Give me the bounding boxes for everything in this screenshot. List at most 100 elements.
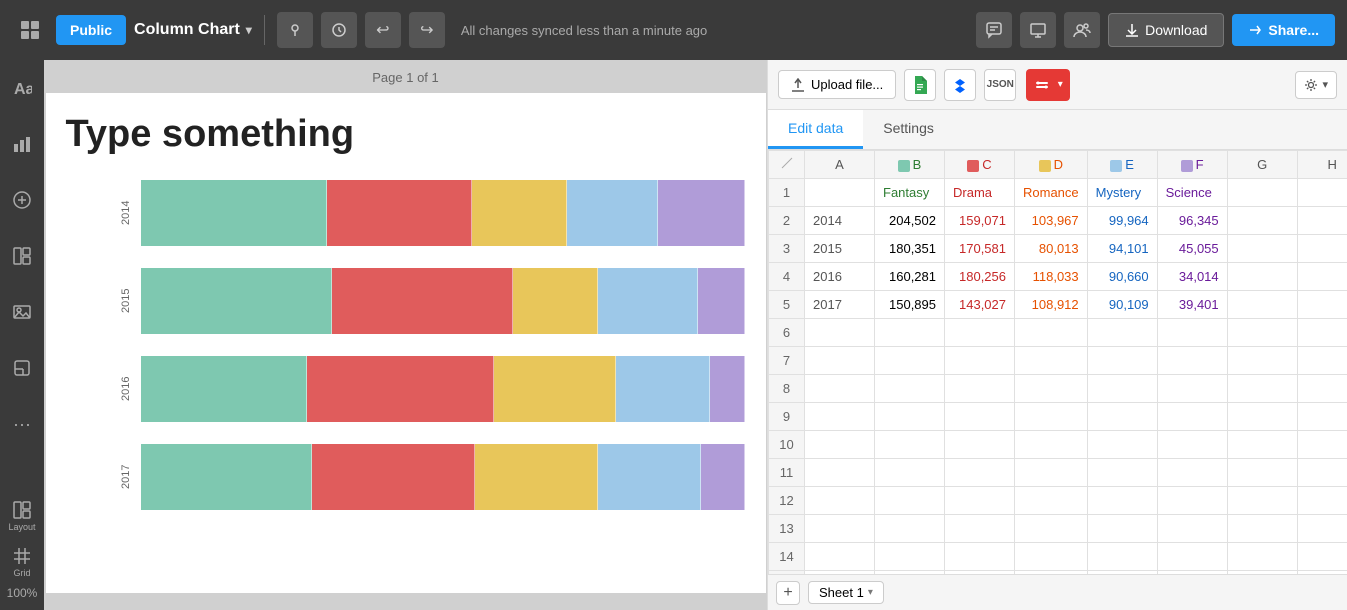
- col-header-E[interactable]: E: [1087, 151, 1157, 179]
- table-cell-e[interactable]: [1087, 403, 1157, 431]
- table-cell-b[interactable]: [875, 403, 945, 431]
- present-button[interactable]: [1020, 12, 1056, 48]
- table-cell-c[interactable]: [945, 347, 1015, 375]
- table-cell-d[interactable]: [1015, 459, 1088, 487]
- table-cell-c[interactable]: [945, 431, 1015, 459]
- table-cell-b[interactable]: Fantasy: [875, 179, 945, 207]
- upload-file-button[interactable]: Upload file...: [778, 70, 896, 99]
- table-row[interactable]: 8: [769, 375, 1347, 403]
- col-header-H[interactable]: H: [1297, 151, 1347, 179]
- share-button[interactable]: Share...: [1232, 14, 1335, 46]
- table-cell-a[interactable]: [805, 179, 875, 207]
- table-cell-e[interactable]: [1087, 487, 1157, 515]
- table-cell-h[interactable]: [1297, 515, 1347, 543]
- tab-settings[interactable]: Settings: [863, 110, 954, 149]
- sidebar-icon-chart[interactable]: [4, 126, 40, 162]
- table-cell-f[interactable]: 34,014: [1157, 263, 1227, 291]
- table-cell-g[interactable]: [1227, 459, 1297, 487]
- col-header-G[interactable]: G: [1227, 151, 1297, 179]
- table-cell-c[interactable]: [945, 375, 1015, 403]
- history-button[interactable]: [321, 12, 357, 48]
- table-cell-b[interactable]: [875, 487, 945, 515]
- table-cell-d[interactable]: [1015, 319, 1088, 347]
- table-row[interactable]: 22014204,502159,071103,96799,96496,345: [769, 207, 1347, 235]
- table-cell-h[interactable]: [1297, 319, 1347, 347]
- table-cell-d[interactable]: [1015, 375, 1088, 403]
- table-cell-h[interactable]: [1297, 431, 1347, 459]
- table-cell-c[interactable]: [945, 487, 1015, 515]
- pin-button[interactable]: [277, 12, 313, 48]
- table-cell-d[interactable]: 103,967: [1015, 207, 1088, 235]
- table-cell-b[interactable]: 160,281: [875, 263, 945, 291]
- add-sheet-button[interactable]: +: [776, 581, 800, 605]
- table-cell-d[interactable]: 118,033: [1015, 263, 1088, 291]
- table-cell-f[interactable]: [1157, 515, 1227, 543]
- table-row[interactable]: 10: [769, 431, 1347, 459]
- collaborate-button[interactable]: [1064, 12, 1100, 48]
- table-cell-a[interactable]: [805, 403, 875, 431]
- dropbox-icon[interactable]: [944, 69, 976, 101]
- table-cell-g[interactable]: [1227, 291, 1297, 319]
- data-source-dropdown[interactable]: ▾: [1050, 69, 1070, 101]
- table-row[interactable]: 1FantasyDramaRomanceMysteryScience: [769, 179, 1347, 207]
- table-cell-g[interactable]: [1227, 235, 1297, 263]
- table-cell-h[interactable]: [1297, 291, 1347, 319]
- sidebar-icon-image[interactable]: [4, 294, 40, 330]
- table-cell-c[interactable]: 159,071: [945, 207, 1015, 235]
- spreadsheet[interactable]: A B C D E F: [768, 150, 1347, 574]
- table-cell-g[interactable]: [1227, 515, 1297, 543]
- table-cell-a[interactable]: [805, 431, 875, 459]
- table-cell-h[interactable]: [1297, 487, 1347, 515]
- table-cell-f[interactable]: 45,055: [1157, 235, 1227, 263]
- table-row[interactable]: 14: [769, 543, 1347, 571]
- table-cell-h[interactable]: [1297, 375, 1347, 403]
- chart-heading[interactable]: Type something: [66, 113, 746, 156]
- table-cell-d[interactable]: [1015, 487, 1088, 515]
- table-cell-c[interactable]: [945, 543, 1015, 571]
- table-cell-d[interactable]: [1015, 543, 1088, 571]
- table-row[interactable]: 52017150,895143,027108,91290,10939,401: [769, 291, 1347, 319]
- table-cell-d[interactable]: 108,912: [1015, 291, 1088, 319]
- table-row[interactable]: 6: [769, 319, 1347, 347]
- table-cell-d[interactable]: [1015, 403, 1088, 431]
- table-row[interactable]: 13: [769, 515, 1347, 543]
- undo-button[interactable]: ↩: [365, 12, 401, 48]
- table-cell-h[interactable]: [1297, 403, 1347, 431]
- table-cell-b[interactable]: 150,895: [875, 291, 945, 319]
- table-cell-a[interactable]: 2014: [805, 207, 875, 235]
- table-cell-c[interactable]: 180,256: [945, 263, 1015, 291]
- table-cell-e[interactable]: 90,109: [1087, 291, 1157, 319]
- table-cell-g[interactable]: [1227, 403, 1297, 431]
- google-sheets-icon[interactable]: [904, 69, 936, 101]
- table-row[interactable]: 32015180,351170,58180,01394,10145,055: [769, 235, 1347, 263]
- table-cell-c[interactable]: 170,581: [945, 235, 1015, 263]
- table-cell-e[interactable]: [1087, 515, 1157, 543]
- table-cell-f[interactable]: [1157, 403, 1227, 431]
- table-cell-f[interactable]: Science: [1157, 179, 1227, 207]
- table-cell-d[interactable]: Romance: [1015, 179, 1088, 207]
- table-cell-c[interactable]: [945, 515, 1015, 543]
- table-cell-g[interactable]: [1227, 319, 1297, 347]
- table-cell-h[interactable]: [1297, 263, 1347, 291]
- table-cell-f[interactable]: [1157, 375, 1227, 403]
- sidebar-grid-item[interactable]: Grid: [8, 540, 36, 584]
- table-cell-f[interactable]: [1157, 319, 1227, 347]
- col-header-C[interactable]: C: [945, 151, 1015, 179]
- tab-edit-data[interactable]: Edit data: [768, 110, 863, 149]
- table-cell-b[interactable]: [875, 515, 945, 543]
- table-row[interactable]: 42016160,281180,256118,03390,66034,014: [769, 263, 1347, 291]
- table-cell-g[interactable]: [1227, 543, 1297, 571]
- table-cell-h[interactable]: [1297, 347, 1347, 375]
- table-cell-e[interactable]: [1087, 459, 1157, 487]
- table-row[interactable]: 12: [769, 487, 1347, 515]
- table-cell-b[interactable]: [875, 543, 945, 571]
- table-cell-g[interactable]: [1227, 347, 1297, 375]
- download-button[interactable]: Download: [1108, 13, 1224, 47]
- table-cell-g[interactable]: [1227, 487, 1297, 515]
- sidebar-icon-media[interactable]: [4, 182, 40, 218]
- table-cell-e[interactable]: 94,101: [1087, 235, 1157, 263]
- table-cell-d[interactable]: [1015, 431, 1088, 459]
- table-cell-a[interactable]: [805, 515, 875, 543]
- table-cell-h[interactable]: [1297, 459, 1347, 487]
- sidebar-icon-layout[interactable]: [4, 238, 40, 274]
